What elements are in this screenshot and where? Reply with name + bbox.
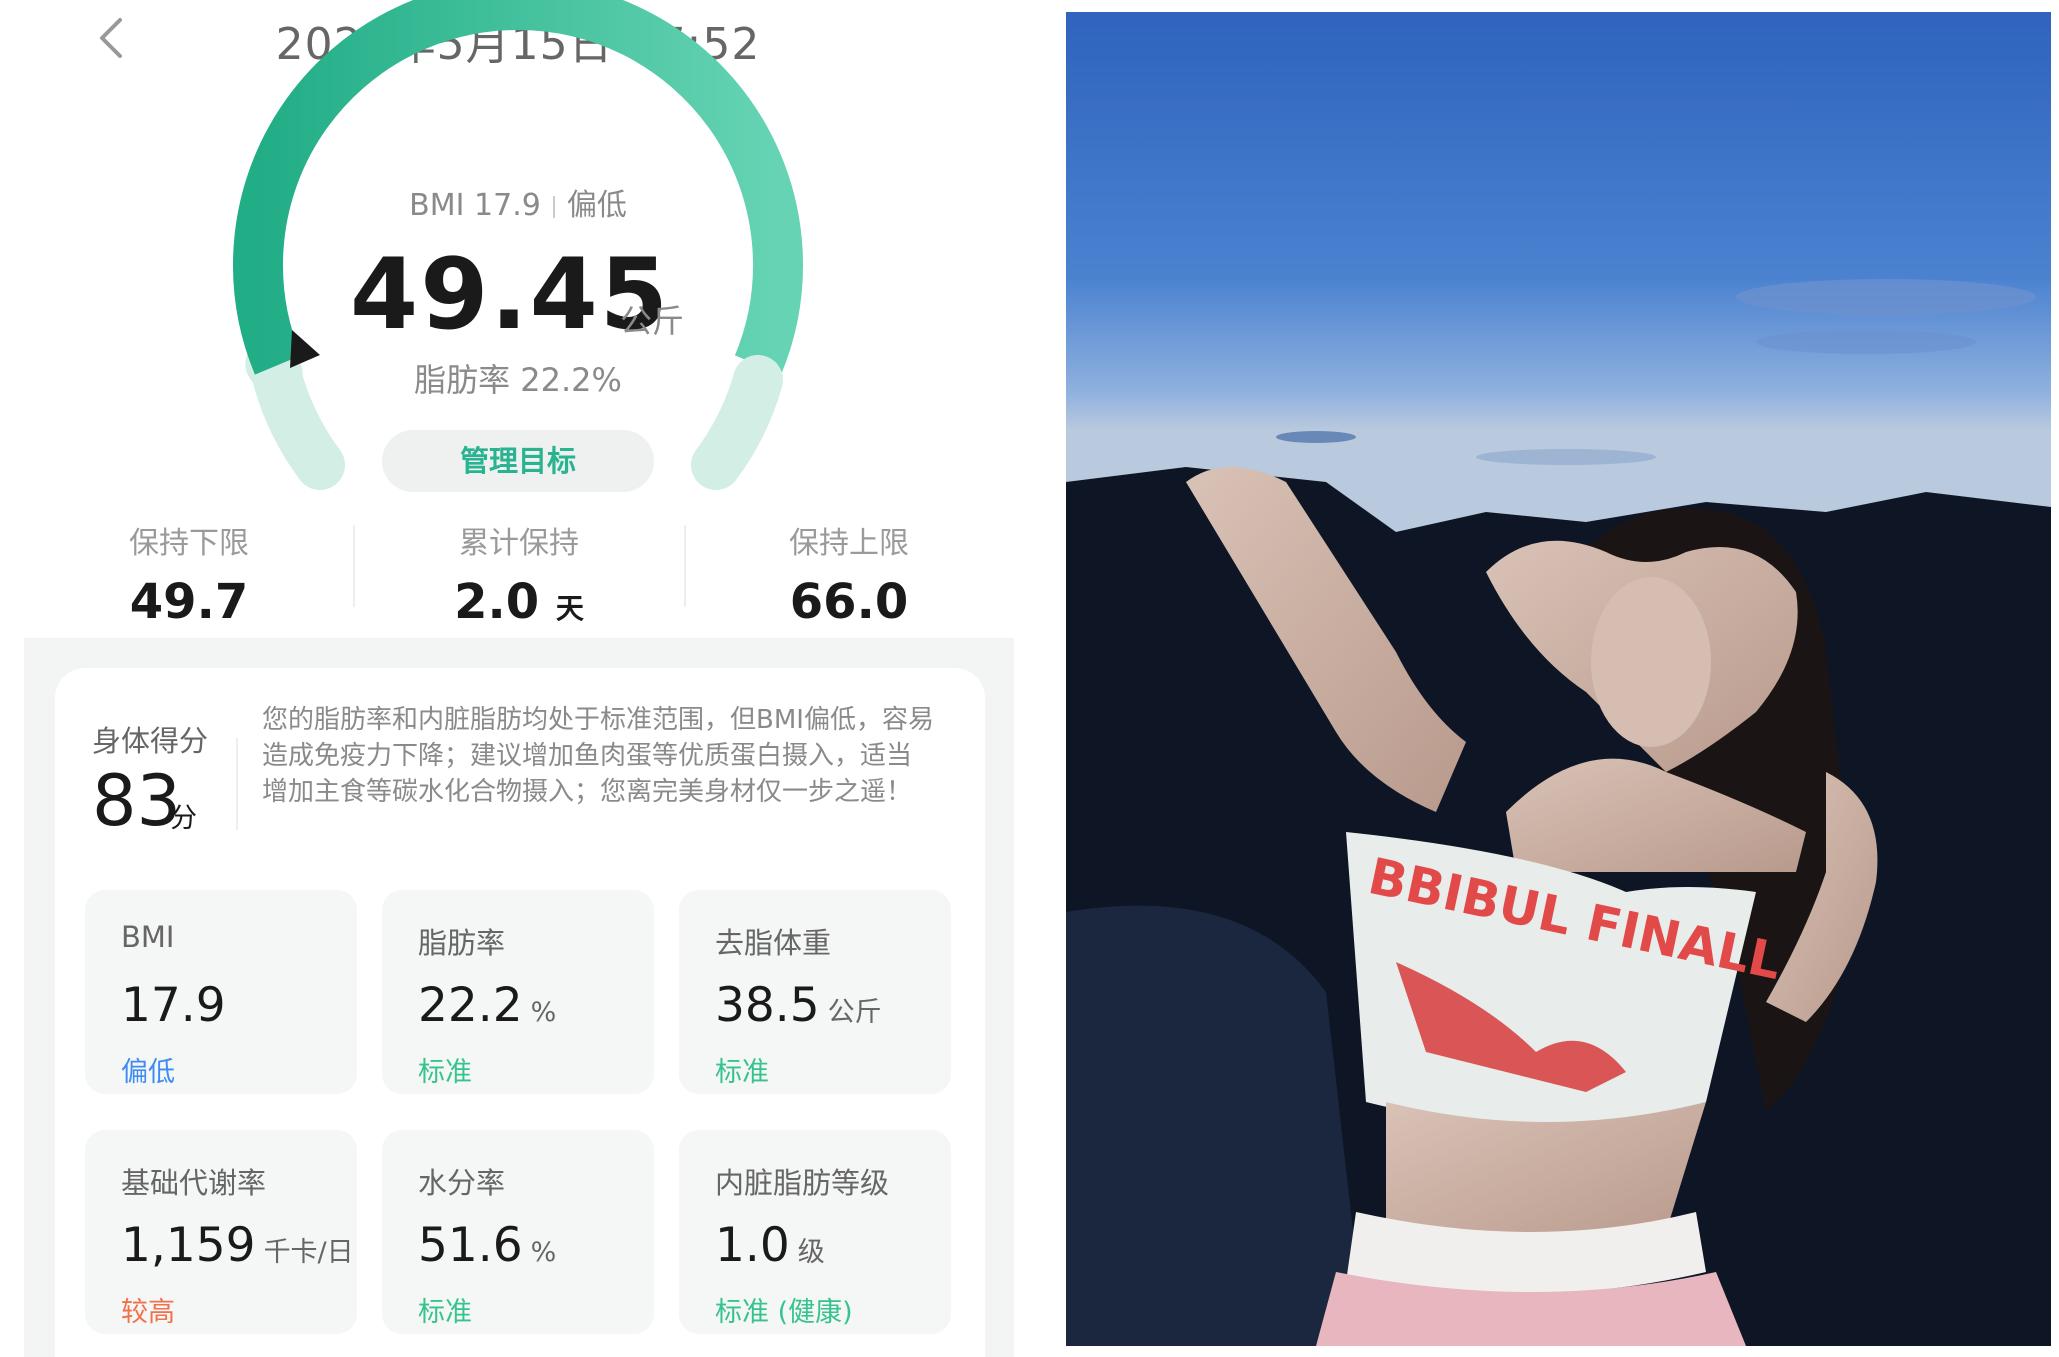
metric-label: 去脂体重 bbox=[715, 926, 832, 960]
metric-value: 38.5 公斤 bbox=[715, 978, 882, 1033]
body-score-unit: 分 bbox=[170, 803, 197, 834]
body-score-label: 身体得分 bbox=[92, 724, 209, 758]
keep-total-value: 2.0 天 bbox=[454, 574, 584, 630]
keep-lower-label: 保持下限 bbox=[129, 526, 249, 561]
fat-rate: 脂肪率 22.2% bbox=[414, 361, 622, 399]
metric-value: 51.6% bbox=[418, 1218, 557, 1273]
cloud bbox=[1476, 449, 1656, 465]
metric-card-lean-mass[interactable]: 去脂体重 38.5 公斤 标准 bbox=[679, 890, 951, 1094]
metric-label: 基础代谢率 bbox=[121, 1166, 267, 1200]
face bbox=[1591, 577, 1711, 747]
metric-value: 1,159 千卡/日 bbox=[121, 1218, 354, 1273]
bmi-summary: BMI 17.9 偏低 bbox=[0, 180, 1036, 224]
divider bbox=[236, 738, 238, 830]
body-score-value: 83 bbox=[92, 760, 182, 842]
health-advice: 您的脂肪率和内脏脂肪均处于标准范围，但BMI偏低，容易造成免疫力下降；建议增加鱼… bbox=[262, 705, 934, 807]
keep-total-label: 累计保持 bbox=[459, 526, 579, 561]
keep-upper: 保持上限 66.0 bbox=[684, 518, 1014, 630]
metric-card-fat-rate[interactable]: 脂肪率 22.2% 标准 bbox=[382, 890, 654, 1094]
selfie-photo: BBIBUL FINALL bbox=[1066, 12, 2051, 1346]
metric-label: 脂肪率 bbox=[418, 926, 506, 960]
keep-total: 累计保持 2.0 天 bbox=[354, 518, 684, 630]
keep-lower-value: 49.7 bbox=[129, 574, 249, 630]
metric-status: 较高 bbox=[121, 1297, 175, 1328]
weight-unit: 公斤 bbox=[620, 302, 685, 340]
metric-status: 标准 (健康) bbox=[715, 1297, 853, 1328]
keep-lower: 保持下限 49.7 bbox=[24, 518, 354, 630]
metric-label: 内脏脂肪等级 bbox=[715, 1166, 890, 1200]
metric-card-water[interactable]: 水分率 51.6% 标准 bbox=[382, 1130, 654, 1334]
metric-status: 标准 bbox=[418, 1057, 472, 1088]
metric-value: 22.2% bbox=[418, 978, 557, 1033]
metric-value: 17.9 bbox=[121, 978, 226, 1033]
metric-status: 偏低 bbox=[121, 1057, 175, 1088]
metric-label: BMI bbox=[121, 920, 175, 954]
body-scale-app: 2025年5月15日 07:52 BMI 17.9 偏低 49.45 公斤 脂肪率… bbox=[0, 0, 1062, 1357]
manage-goal-button[interactable]: 管理目标 bbox=[382, 430, 654, 492]
bmi-status: 偏低 bbox=[566, 188, 627, 223]
metric-status: 标准 bbox=[418, 1297, 472, 1328]
cloud bbox=[1276, 431, 1356, 443]
keep-upper-value: 66.0 bbox=[789, 574, 909, 630]
metric-card-visceral-fat[interactable]: 内脏脂肪等级 1.0 级 标准 (健康) bbox=[679, 1130, 951, 1334]
keep-upper-label: 保持上限 bbox=[789, 526, 909, 561]
cloud bbox=[1736, 279, 2036, 315]
metric-card-bmr[interactable]: 基础代谢率 1,159 千卡/日 较高 bbox=[85, 1130, 357, 1334]
metric-label: 水分率 bbox=[418, 1166, 506, 1200]
divider bbox=[552, 195, 555, 218]
metric-value: 1.0 级 bbox=[715, 1218, 825, 1273]
cloud bbox=[1756, 330, 1976, 354]
metric-status: 标准 bbox=[715, 1057, 769, 1088]
metric-card-bmi[interactable]: BMI 17.9 偏低 bbox=[85, 890, 357, 1094]
bmi-text: BMI 17.9 bbox=[409, 188, 541, 223]
photo-illustration: BBIBUL FINALL bbox=[1066, 12, 2051, 1346]
